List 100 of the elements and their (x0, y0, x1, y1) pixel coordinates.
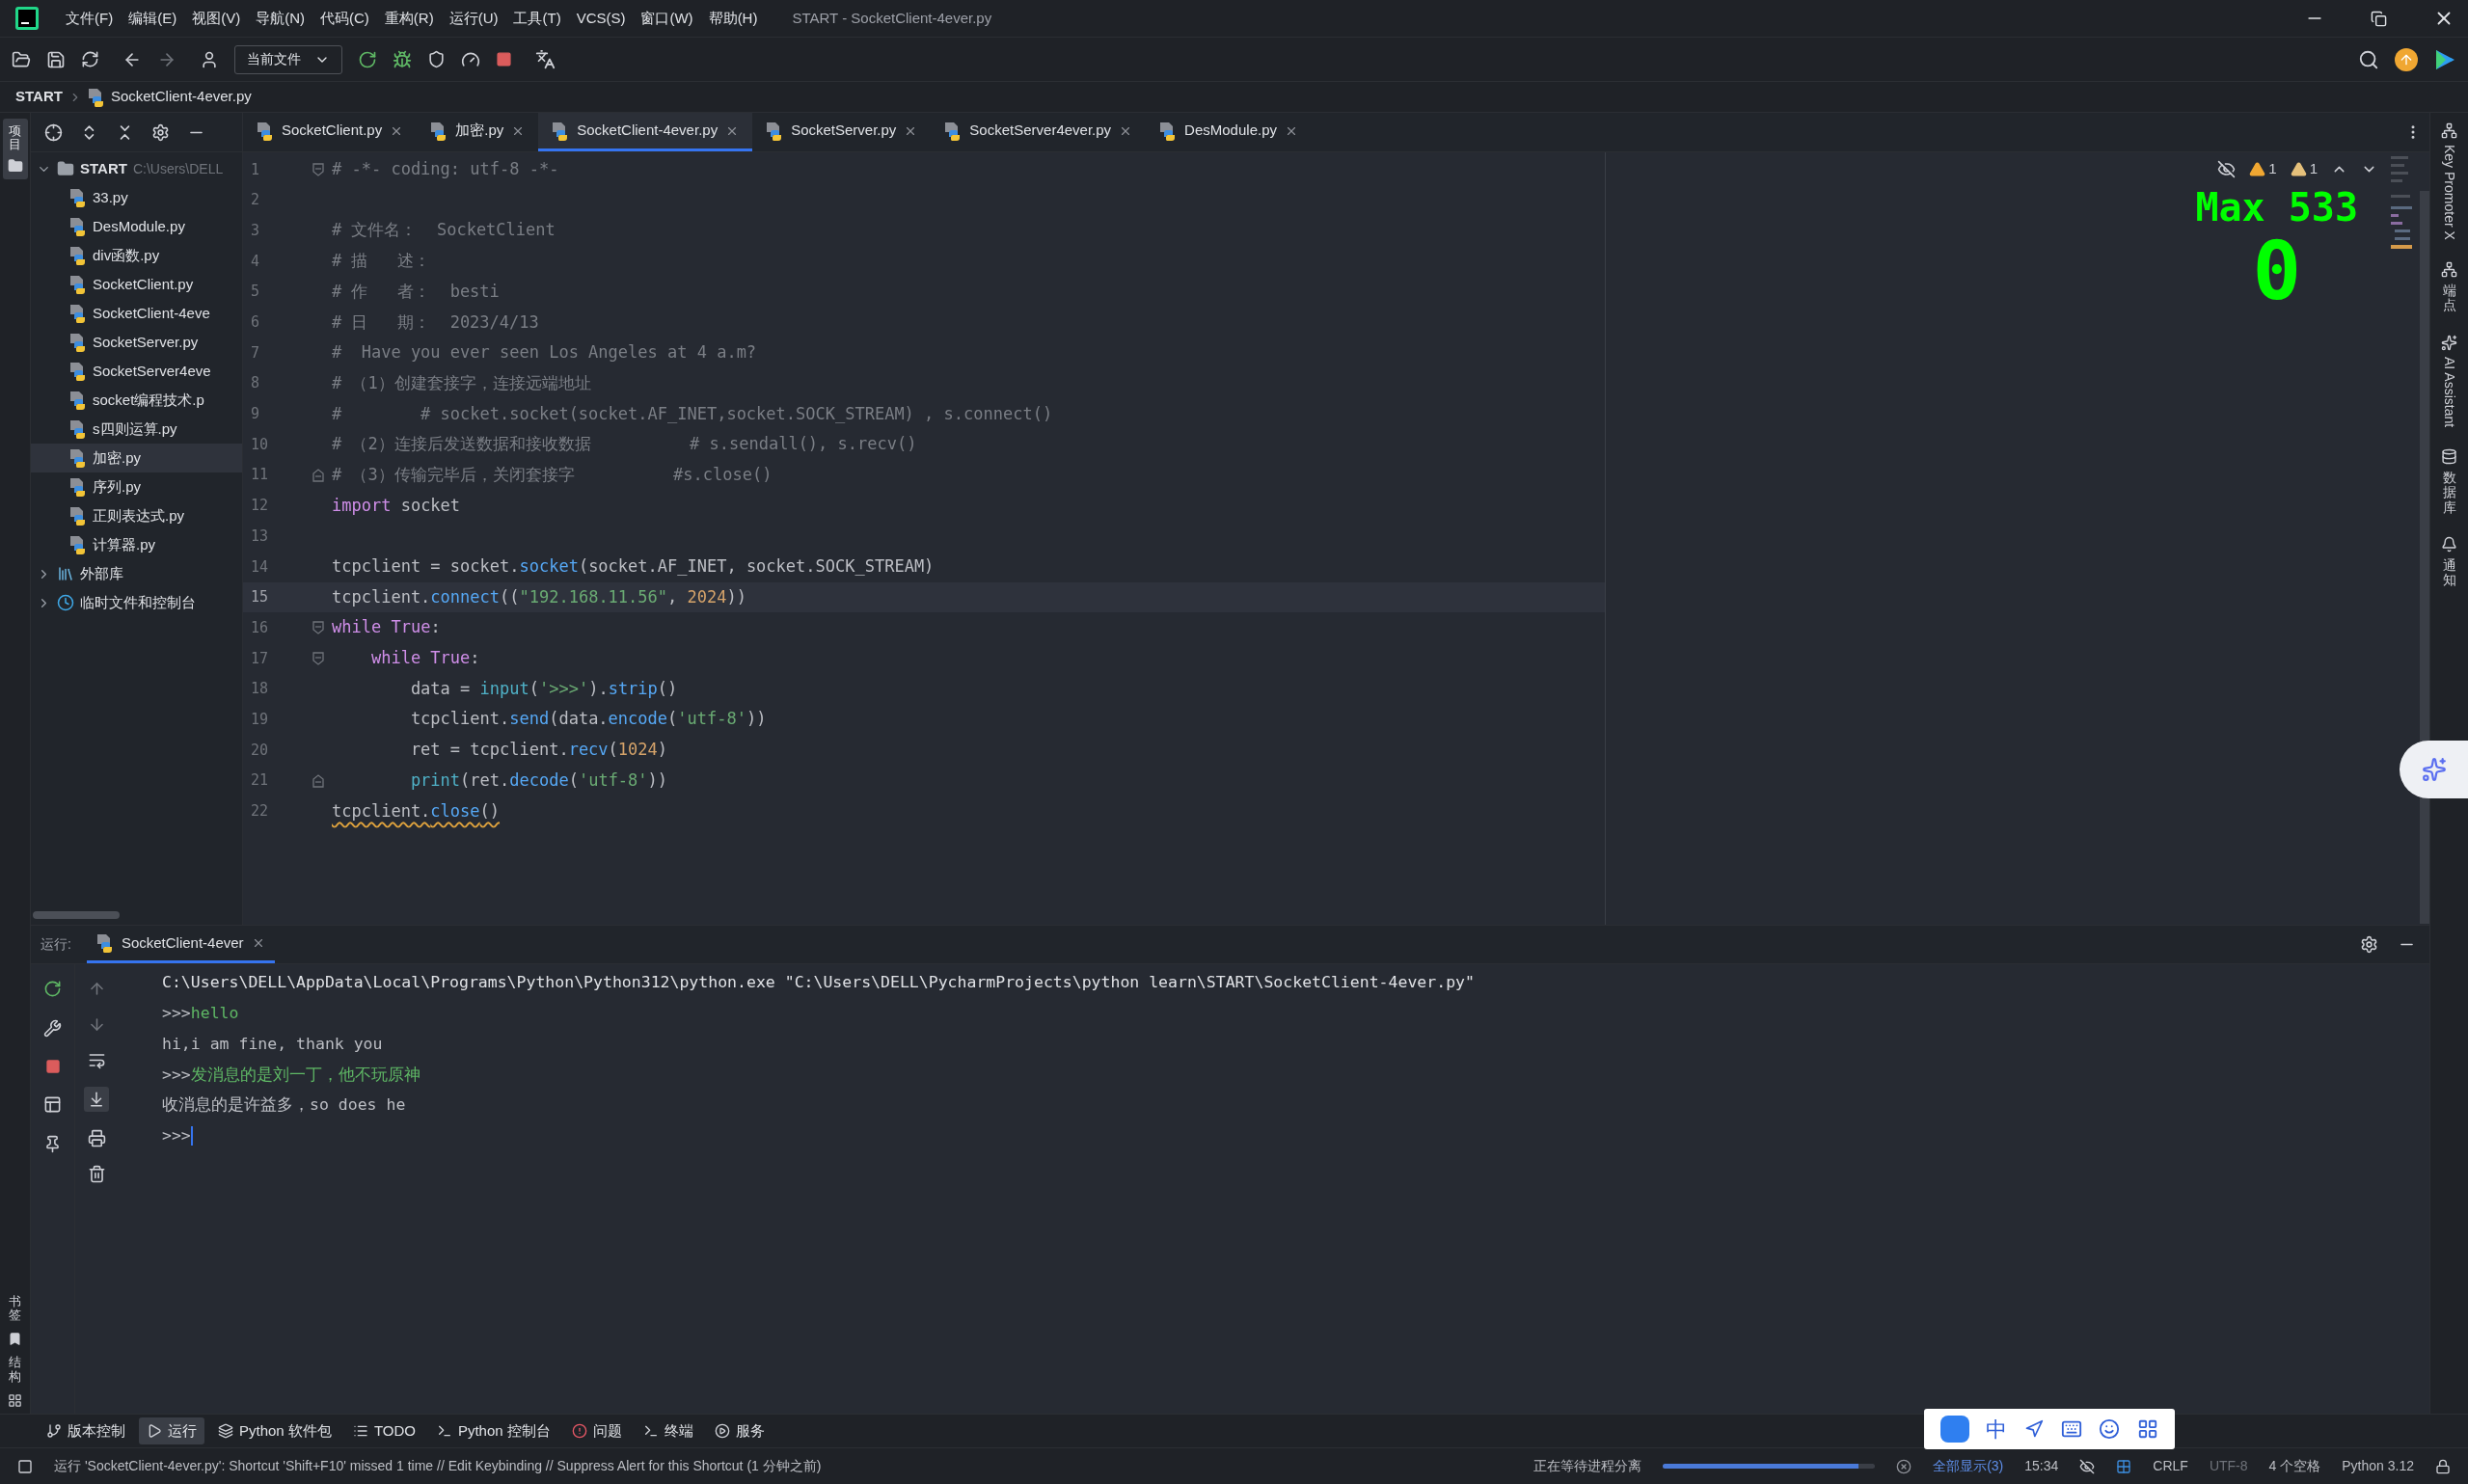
wrap-icon[interactable] (87, 1051, 106, 1069)
menu-item[interactable]: 运行(U) (441, 7, 506, 30)
tree-item[interactable]: 加密.py (31, 444, 242, 472)
tool-tab[interactable]: 版本控制 (39, 1417, 133, 1444)
editor-tab[interactable]: SocketServer4ever.py (931, 113, 1147, 151)
vertical-scrollbar[interactable] (2420, 191, 2429, 924)
menu-item[interactable]: 视图(V) (184, 7, 249, 30)
run-config-dropdown[interactable]: 当前文件 (234, 44, 342, 74)
editor-tab[interactable]: SocketClient-4ever.py (538, 113, 753, 151)
structure-stripe-label[interactable]: 结构 (9, 1356, 21, 1384)
structure-icon[interactable] (8, 1393, 22, 1408)
sync-icon[interactable] (81, 50, 99, 68)
editor-tab[interactable]: SocketServer.py (752, 113, 932, 151)
menu-item[interactable]: 导航(N) (248, 7, 312, 30)
assistant-float-button[interactable] (2400, 741, 2468, 798)
bug-icon[interactable] (393, 49, 412, 69)
tool-window-label[interactable]: 通知 (2442, 557, 2456, 588)
caret-position[interactable]: 15:34 (2024, 1456, 2059, 1476)
tree-item[interactable]: DesModule.py (31, 212, 242, 241)
ime-mode-toggle[interactable]: 中 (1986, 1413, 2008, 1445)
search-icon[interactable] (2358, 48, 2379, 70)
project-stripe-button[interactable]: 项目 (2, 119, 28, 179)
editor-tab[interactable]: SocketClient.py (243, 113, 418, 151)
tool-window-label[interactable]: 端点 (2442, 283, 2456, 313)
menu-item[interactable]: 代码(C) (312, 7, 377, 30)
tool-window-icon[interactable] (2441, 535, 2457, 553)
breadcrumb-item[interactable]: SocketClient-4ever.py (110, 86, 252, 108)
save-icon[interactable] (46, 49, 66, 69)
bookmark-icon[interactable] (8, 1332, 22, 1347)
keyboard-icon[interactable] (2060, 1418, 2082, 1440)
fold-end-icon[interactable] (312, 773, 324, 788)
grid-icon[interactable] (2137, 1418, 2159, 1440)
stop-icon[interactable] (496, 51, 512, 67)
tree-item[interactable]: SocketServer.py (31, 328, 242, 357)
ime-logo-icon[interactable] (1939, 1416, 1969, 1443)
tree-item[interactable]: SocketServer4eve (31, 357, 242, 386)
tool-tab[interactable]: 运行 (139, 1417, 204, 1444)
breadcrumb-item[interactable]: START (15, 86, 63, 108)
editor-tab[interactable]: 加密.py (417, 113, 539, 151)
tool-window-icon[interactable] (2441, 334, 2457, 351)
menu-item[interactable]: 帮助(H) (700, 7, 766, 30)
tree-item[interactable]: 临时文件和控制台 (31, 588, 242, 617)
update-icon[interactable] (2395, 47, 2418, 71)
tool-tab[interactable]: TODO (344, 1417, 423, 1444)
status-message[interactable]: 运行 'SocketClient-4ever.py': Shortcut 'Shift+F10' missed 1 time // Edit Keybinding // Suppress Alert for this Shortcut (1 分钟之前) (54, 1456, 822, 1476)
tool-tab[interactable]: Python 软件包 (210, 1417, 339, 1444)
user-icon[interactable] (200, 49, 219, 69)
stop-icon[interactable] (44, 1059, 61, 1074)
tree-item[interactable]: SocketClient.py (31, 270, 242, 299)
tool-tab[interactable]: 终端 (635, 1417, 701, 1444)
settings-icon[interactable] (2360, 935, 2378, 954)
print-icon[interactable] (87, 1129, 106, 1147)
tree-item[interactable]: socket编程技术.p (31, 386, 242, 415)
settings-icon[interactable] (151, 122, 170, 142)
tool-window-label[interactable]: 数据库 (2442, 470, 2456, 515)
tool-window-icon[interactable] (2441, 447, 2457, 465)
tree-item[interactable]: div函数.py (31, 241, 242, 270)
plugin-logo-icon[interactable] (2433, 47, 2456, 71)
tool-tab[interactable]: 问题 (563, 1417, 630, 1444)
trash-icon[interactable] (87, 1165, 106, 1183)
panel-toggle-icon[interactable] (17, 1458, 33, 1474)
tree-item[interactable]: 33.py (31, 183, 242, 212)
menu-item[interactable]: 重构(R) (376, 7, 442, 30)
run-tab[interactable]: SocketClient-4ever (86, 926, 275, 963)
tree-item[interactable]: 计算器.py (31, 530, 242, 559)
tree-item[interactable]: s四则运算.py (31, 415, 242, 444)
tool-window-label[interactable]: Key Promoter X (2439, 145, 2459, 240)
rerun-icon[interactable] (358, 49, 377, 69)
menu-item[interactable]: 文件(F) (58, 7, 122, 30)
fold-marker-icon[interactable] (312, 651, 324, 665)
open-folder-icon[interactable] (12, 49, 31, 69)
interpreter-label[interactable]: Python 3.12 (2342, 1456, 2414, 1476)
eye-off-icon[interactable] (2217, 159, 2237, 178)
restore-icon[interactable] (2371, 10, 2387, 27)
tool-tab[interactable]: 服务 (706, 1417, 773, 1444)
translate-icon[interactable] (535, 49, 556, 69)
line-separator[interactable]: CRLF (2153, 1456, 2188, 1476)
indent-setting[interactable]: 4 个空格 (2268, 1456, 2321, 1476)
fold-end-icon[interactable] (312, 468, 324, 482)
tool-window-icon[interactable] (2441, 260, 2457, 278)
locate-icon[interactable] (44, 122, 63, 142)
tree-item[interactable]: 外部库 (31, 559, 242, 588)
show-all-link[interactable]: 全部显示(3) (1933, 1456, 2004, 1476)
lock-icon[interactable] (2435, 1458, 2451, 1474)
scroll-to-end-button[interactable] (84, 1087, 109, 1112)
menu-item[interactable]: 编辑(E) (121, 7, 185, 30)
horizontal-scrollbar[interactable] (33, 911, 120, 919)
warning-icon[interactable] (2249, 160, 2266, 177)
tree-item[interactable]: START C:\Users\DELL (31, 154, 242, 183)
editor-tab[interactable]: DesModule.py (1146, 113, 1312, 151)
layout-icon[interactable] (43, 1095, 62, 1114)
pin-icon[interactable] (43, 1135, 62, 1153)
bookmarks-stripe-label[interactable]: 书签 (9, 1294, 21, 1323)
menu-item[interactable]: VCS(S) (568, 7, 634, 30)
wrench-icon[interactable] (43, 1019, 62, 1038)
tree-item[interactable]: 正则表达式.py (31, 501, 242, 530)
menu-item[interactable]: 工具(T) (505, 7, 569, 30)
warning-icon[interactable] (2290, 160, 2307, 177)
cancel-icon[interactable] (1896, 1458, 1912, 1474)
emoji-icon[interactable] (2099, 1418, 2121, 1440)
